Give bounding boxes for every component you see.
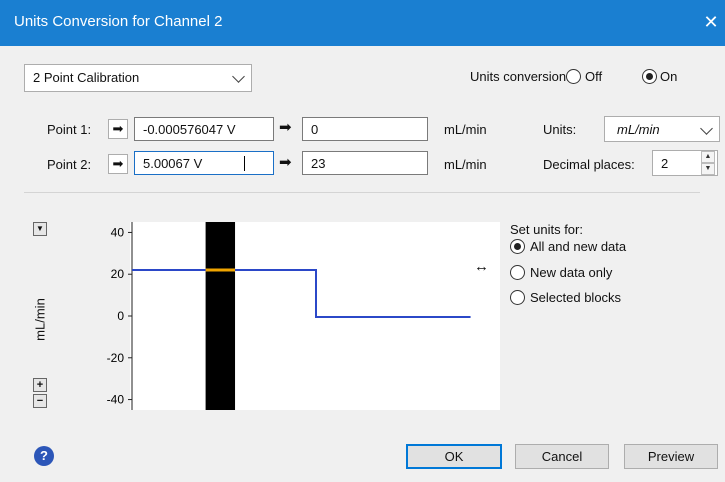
units-conversion-label: Units conversion: — [470, 69, 570, 84]
point1-input-field[interactable]: -0.000576047 V — [134, 117, 274, 141]
y-tick-label: 40 — [111, 225, 125, 239]
set-units-selected-radio[interactable] — [510, 290, 525, 305]
zoom-out-button[interactable]: − — [33, 394, 47, 408]
chart-plot: 40 20 0 -20 -40 — [107, 222, 500, 410]
text-caret — [244, 156, 245, 171]
y-tick-label: 20 — [111, 267, 125, 281]
zoom-in-button[interactable]: + — [33, 378, 47, 392]
point2-input-value: 5.00067 V — [143, 156, 203, 171]
set-units-new-radio[interactable] — [510, 265, 525, 280]
point2-sample-button[interactable]: ➡ — [108, 154, 128, 174]
set-units-option-all: All and new data — [530, 239, 627, 254]
decrement-icon[interactable]: ▼ — [701, 163, 715, 175]
ok-button[interactable]: OK — [406, 444, 502, 469]
units-conversion-on-radio[interactable] — [642, 69, 657, 84]
units-value: mL/min — [617, 122, 660, 137]
increment-icon[interactable]: ▲ — [701, 151, 715, 163]
resize-cursor-icon: ↔ — [474, 258, 489, 275]
point1-input-value: -0.000576047 V — [143, 122, 236, 137]
chevron-down-icon — [700, 122, 713, 135]
preview-button[interactable]: Preview — [624, 444, 718, 469]
decimal-places-label: Decimal places: — [543, 157, 635, 172]
cancel-button[interactable]: Cancel — [515, 444, 609, 469]
units-conversion-off-label: Off — [585, 69, 603, 84]
chart-menu-button[interactable]: ▼ — [33, 222, 47, 236]
separator — [24, 192, 700, 193]
arrow-right-icon: ➡ — [112, 156, 124, 171]
y-tick-label: -40 — [107, 393, 125, 407]
y-tick-label: 0 — [117, 309, 124, 323]
chevron-down-icon — [232, 70, 245, 83]
calibration-mode-dropdown[interactable]: 2 Point Calibration — [24, 64, 252, 92]
point2-label: Point 2: — [47, 157, 92, 172]
point1-label: Point 1: — [47, 122, 92, 137]
point2-input-field[interactable]: 5.00067 V — [134, 151, 274, 175]
point2-output-field[interactable]: 23 — [302, 151, 428, 175]
y-tick-label: -20 — [107, 351, 125, 365]
set-units-option-selected: Selected blocks — [530, 290, 622, 305]
close-icon[interactable]: ✕ — [700, 10, 722, 34]
set-units-all-radio[interactable] — [510, 239, 525, 254]
units-label: Units: — [543, 122, 577, 137]
units-dropdown[interactable]: mL/min — [604, 116, 720, 142]
calibration-mode-value: 2 Point Calibration — [33, 70, 140, 85]
window-title: Units Conversion for Channel 2 — [14, 13, 223, 30]
decimal-places-value: 2 — [661, 156, 669, 171]
point1-output-value: 0 — [311, 122, 319, 137]
point1-unit: mL/min — [444, 122, 487, 137]
selected-block[interactable] — [205, 222, 236, 410]
set-units-option-new: New data only — [530, 265, 613, 280]
set-units-label: Set units for: — [510, 222, 583, 237]
arrow-right-icon: ➡ — [279, 154, 292, 171]
y-ticks: 40 20 0 -20 -40 — [107, 225, 132, 407]
point1-output-field[interactable]: 0 — [302, 117, 428, 141]
point2-output-value: 23 — [311, 156, 326, 171]
units-conversion-off-radio[interactable] — [566, 69, 581, 84]
point1-sample-button[interactable]: ➡ — [108, 119, 128, 139]
arrow-right-icon: ➡ — [112, 121, 124, 136]
help-icon[interactable]: ? — [34, 446, 54, 466]
decimal-places-stepper[interactable]: 2 ▲ ▼ — [652, 150, 718, 176]
y-axis-label-wrapper: mL/min — [28, 290, 52, 350]
point2-unit: mL/min — [444, 157, 487, 172]
arrow-right-icon: ➡ — [279, 119, 292, 136]
y-axis-label: mL/min — [32, 298, 48, 341]
units-conversion-on-label: On — [660, 69, 678, 84]
